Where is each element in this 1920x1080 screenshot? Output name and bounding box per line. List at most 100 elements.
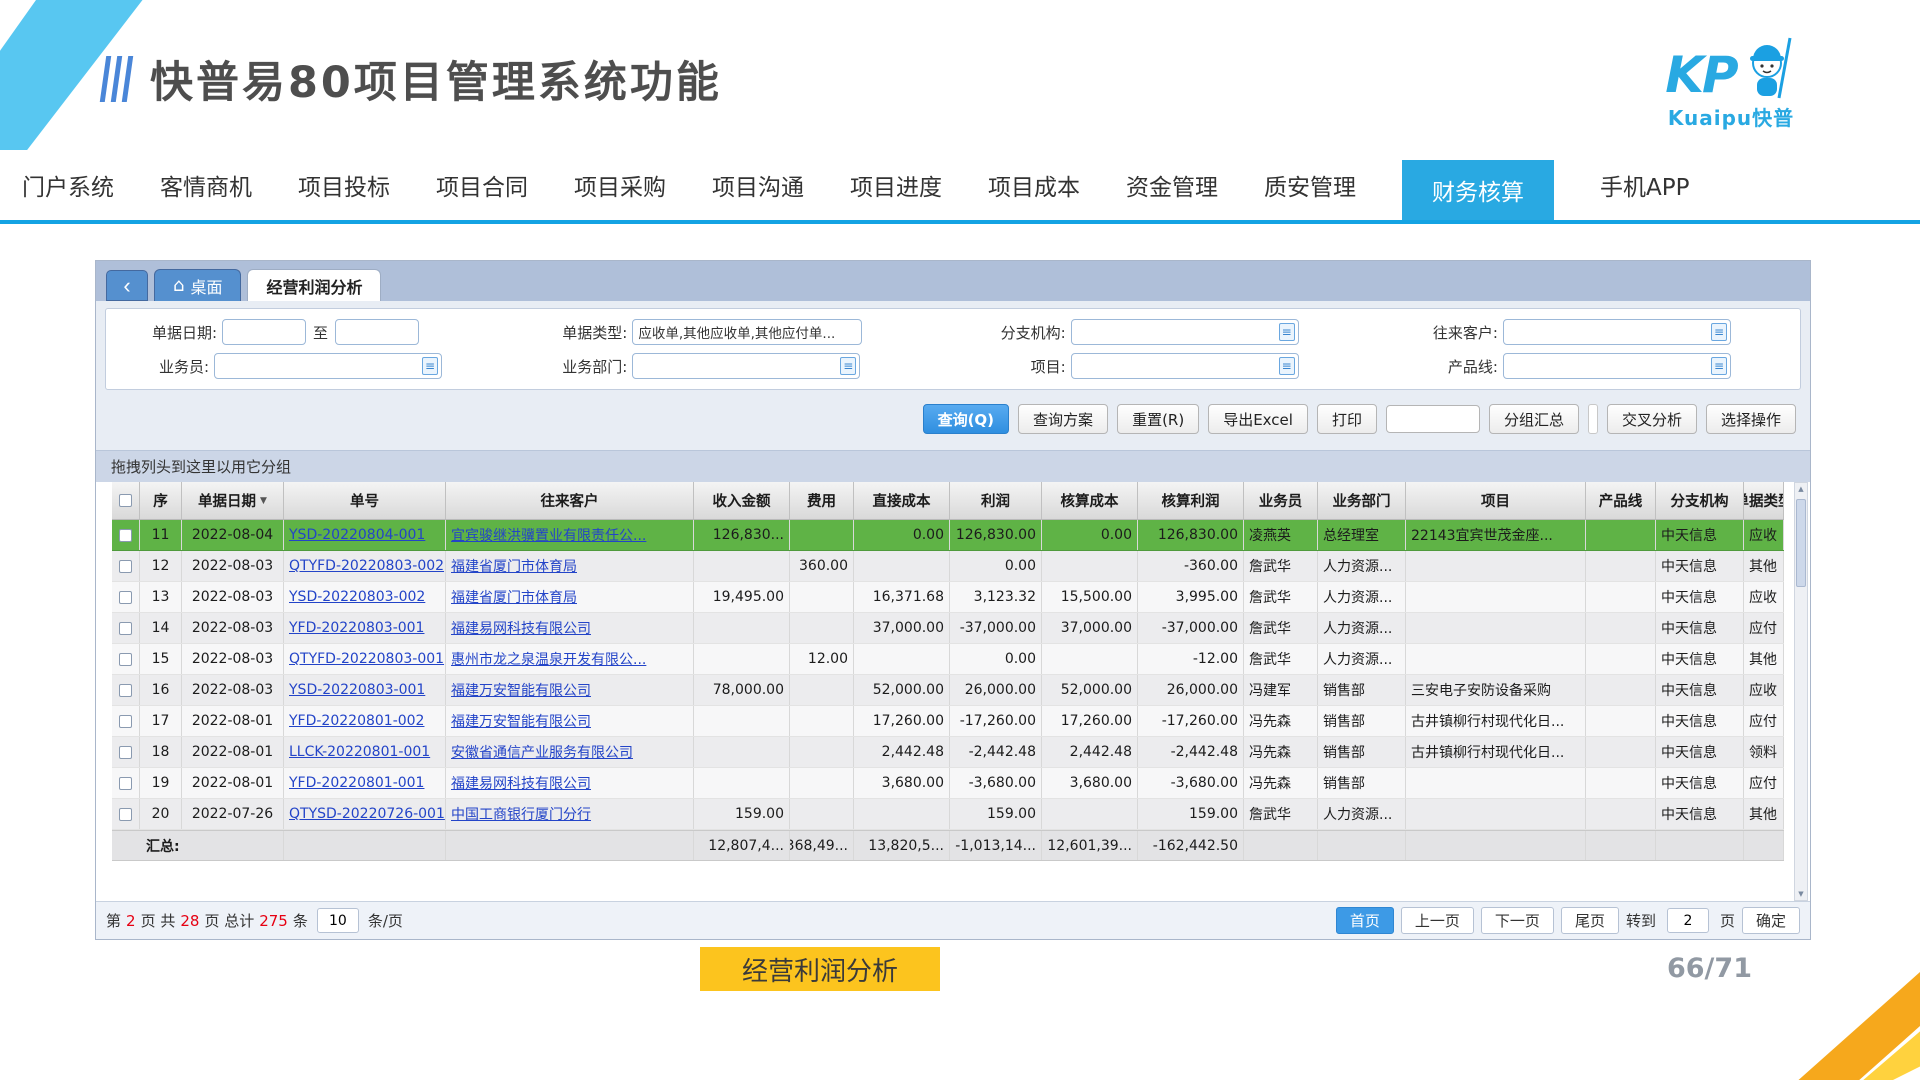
column-header-branch[interactable]: 分支机构 <box>1656 482 1744 519</box>
cell-customer[interactable]: 中国工商银行厦门分行 <box>446 799 694 829</box>
nav-item-5[interactable]: 项目采购 <box>574 168 666 202</box>
cell-customer[interactable]: 福建省厦门市体育局 <box>446 551 694 581</box>
back-button[interactable]: ‹ <box>106 270 148 301</box>
pager-last-button[interactable]: 尾页 <box>1561 907 1619 934</box>
query-button[interactable]: 查询(Q) <box>923 404 1009 434</box>
filter-date-from-input[interactable] <box>222 319 306 345</box>
quick-filter-input[interactable] <box>1386 405 1480 433</box>
select-all-checkbox[interactable] <box>119 494 132 507</box>
filter-input[interactable] <box>632 319 862 345</box>
nav-item-7[interactable]: 项目进度 <box>850 168 942 202</box>
table-row-17[interactable]: 172022-08-01YFD-20220801-002福建万安智能有限公司17… <box>112 706 1784 737</box>
tab-desktop[interactable]: ⌂ 桌面 <box>154 269 241 301</box>
row-checkbox[interactable] <box>119 746 132 759</box>
toolbar-button-4[interactable]: 打印 <box>1317 404 1377 434</box>
row-checkbox[interactable] <box>119 715 132 728</box>
cell-doc-no[interactable]: YSD-20220804-001 <box>284 520 446 550</box>
vertical-scrollbar[interactable]: ▲ ▼ <box>1794 482 1808 901</box>
table-row-19[interactable]: 192022-08-01YFD-20220801-001福建易网科技有限公司3,… <box>112 768 1784 799</box>
nav-item-8[interactable]: 项目成本 <box>988 168 1080 202</box>
cell-customer[interactable]: 福建万安智能有限公司 <box>446 706 694 736</box>
scroll-up-icon[interactable]: ▲ <box>1795 485 1807 493</box>
table-row-18[interactable]: 182022-08-01LLCK-20220801-001安徽省通信产业服务有限… <box>112 737 1784 768</box>
lookup-icon[interactable]: ≡ <box>1279 357 1295 375</box>
group-summary-button[interactable]: 分组汇总 <box>1489 404 1579 434</box>
column-header-fee[interactable]: 费用 <box>790 482 854 519</box>
nav-item-12[interactable]: 手机APP <box>1600 168 1689 202</box>
cell-doc-no[interactable]: YFD-20220801-002 <box>284 706 446 736</box>
table-row-11[interactable]: 112022-08-04YSD-20220804-001宜宾骏继洪骥置业有限责任… <box>112 520 1784 551</box>
column-header-doc-no[interactable]: 单号 <box>284 482 446 519</box>
nav-item-11[interactable]: 财务核算 <box>1402 160 1554 220</box>
cell-doc-no[interactable]: QTYSD-20220726-001 <box>284 799 446 829</box>
row-checkbox[interactable] <box>119 622 132 635</box>
table-row-20[interactable]: 202022-07-26QTYSD-20220726-001中国工商银行厦门分行… <box>112 799 1784 830</box>
tab-profit-analysis[interactable]: 经营利润分析 <box>247 269 381 301</box>
row-checkbox[interactable] <box>119 777 132 790</box>
cell-doc-no[interactable]: QTYFD-20220803-002 <box>284 551 446 581</box>
goto-page-input[interactable] <box>1667 908 1709 933</box>
cell-doc-no[interactable]: YSD-20220803-002 <box>284 582 446 612</box>
toolbar-button-3[interactable]: 导出Excel <box>1208 404 1308 434</box>
column-header-project[interactable]: 项目 <box>1406 482 1586 519</box>
row-checkbox[interactable] <box>119 529 132 542</box>
scroll-down-icon[interactable]: ▼ <box>1795 890 1807 898</box>
column-header-seq[interactable]: 序 <box>140 482 182 519</box>
cell-customer[interactable]: 福建省厦门市体育局 <box>446 582 694 612</box>
filter-input[interactable] <box>632 353 860 379</box>
cell-doc-no[interactable]: YFD-20220803-001 <box>284 613 446 643</box>
column-header-profit[interactable]: 利润 <box>950 482 1042 519</box>
nav-item-2[interactable]: 客情商机 <box>160 168 252 202</box>
row-checkbox[interactable] <box>119 808 132 821</box>
table-row-12[interactable]: 122022-08-03QTYFD-20220803-002福建省厦门市体育局3… <box>112 551 1784 582</box>
column-header-direct-cost[interactable]: 直接成本 <box>854 482 950 519</box>
nav-item-6[interactable]: 项目沟通 <box>712 168 804 202</box>
cell-customer[interactable]: 福建易网科技有限公司 <box>446 768 694 798</box>
filter-date-to-input[interactable] <box>335 319 419 345</box>
toolbar-right-button-2[interactable]: 选择操作 <box>1706 404 1796 434</box>
column-header-customer[interactable]: 往来客户 <box>446 482 694 519</box>
toolbar-right-button-1[interactable]: 交叉分析 <box>1607 404 1697 434</box>
table-row-14[interactable]: 142022-08-03YFD-20220803-001福建易网科技有限公司37… <box>112 613 1784 644</box>
lookup-icon[interactable]: ≡ <box>1711 323 1727 341</box>
goto-confirm-button[interactable]: 确定 <box>1742 907 1800 934</box>
lookup-icon[interactable]: ≡ <box>1711 357 1727 375</box>
filter-input[interactable] <box>1503 353 1731 379</box>
cell-doc-no[interactable]: LLCK-20220801-001 <box>284 737 446 767</box>
table-row-16[interactable]: 162022-08-03YSD-20220803-001福建万安智能有限公司78… <box>112 675 1784 706</box>
toolbar-button-1[interactable]: 查询方案 <box>1018 404 1108 434</box>
row-checkbox[interactable] <box>119 653 132 666</box>
column-header-doc-date[interactable]: 单据日期▼ <box>182 482 284 519</box>
cell-doc-no[interactable]: QTYFD-20220803-001 <box>284 644 446 674</box>
row-checkbox[interactable] <box>119 591 132 604</box>
cell-customer[interactable]: 福建万安智能有限公司 <box>446 675 694 705</box>
nav-item-4[interactable]: 项目合同 <box>436 168 528 202</box>
column-header-acct-profit[interactable]: 核算利润 <box>1138 482 1244 519</box>
cell-doc-no[interactable]: YFD-20220801-001 <box>284 768 446 798</box>
filter-input[interactable] <box>1071 319 1299 345</box>
lookup-icon[interactable]: ≡ <box>840 357 856 375</box>
filter-input[interactable] <box>1503 319 1731 345</box>
cell-customer[interactable]: 宜宾骏继洪骥置业有限责任公... <box>446 520 694 550</box>
nav-item-3[interactable]: 项目投标 <box>298 168 390 202</box>
cell-customer[interactable]: 惠州市龙之泉温泉开发有限公... <box>446 644 694 674</box>
nav-item-10[interactable]: 质安管理 <box>1264 168 1356 202</box>
table-row-15[interactable]: 152022-08-03QTYFD-20220803-001惠州市龙之泉温泉开发… <box>112 644 1784 675</box>
row-checkbox[interactable] <box>119 560 132 573</box>
toolbar-button-2[interactable]: 重置(R) <box>1117 404 1199 434</box>
pager-prev-button[interactable]: 上一页 <box>1401 907 1474 934</box>
column-header-acct-cost[interactable]: 核算成本 <box>1042 482 1138 519</box>
table-row-13[interactable]: 132022-08-03YSD-20220803-002福建省厦门市体育局19,… <box>112 582 1784 613</box>
column-header-doc-type[interactable]: 单据类型 <box>1744 482 1784 519</box>
filter-input[interactable] <box>1071 353 1299 379</box>
column-header-income[interactable]: 收入金额 <box>694 482 790 519</box>
nav-item-1[interactable]: 门户系统 <box>22 168 114 202</box>
pager-first-button[interactable]: 首页 <box>1336 907 1394 934</box>
cell-doc-no[interactable]: YSD-20220803-001 <box>284 675 446 705</box>
cell-customer[interactable]: 安徽省通信产业服务有限公司 <box>446 737 694 767</box>
pager-next-button[interactable]: 下一页 <box>1481 907 1554 934</box>
filter-input[interactable] <box>214 353 442 379</box>
lookup-icon[interactable]: ≡ <box>1279 323 1295 341</box>
scrollbar-thumb[interactable] <box>1796 499 1806 587</box>
page-size-input[interactable] <box>317 908 359 933</box>
